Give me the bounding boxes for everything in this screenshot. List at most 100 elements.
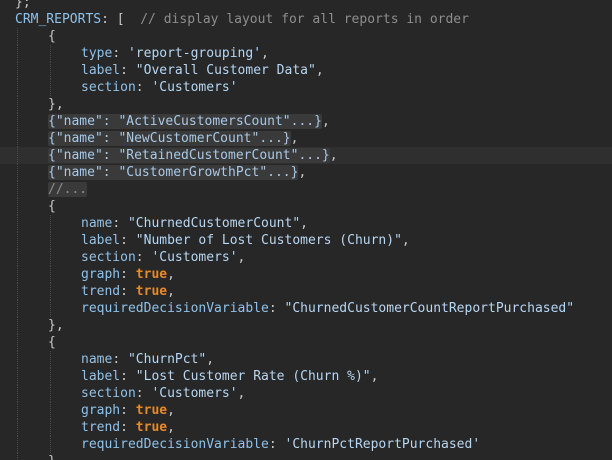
code-token: :	[120, 284, 136, 299]
indent-guide	[17, 249, 18, 266]
code-line[interactable]: section: 'Customers',	[0, 385, 612, 402]
code-token: :	[120, 233, 136, 248]
code-token: CRM_REPORTS	[15, 12, 102, 27]
code-line[interactable]: label: "Number of Lost Customers (Churn)…	[0, 232, 612, 249]
code-token: :	[120, 403, 136, 418]
code-token: section	[81, 250, 136, 265]
code-line[interactable]: {"name": "NewCustomerCount"...},	[0, 130, 612, 147]
indent-guide	[50, 62, 51, 79]
code-text: name: "ChurnPct",	[81, 351, 214, 368]
indent-guide	[17, 232, 18, 249]
code-line[interactable]: },	[0, 453, 612, 460]
code-line[interactable]: type: 'report-grouping',	[0, 45, 612, 62]
indent-guide	[50, 300, 51, 317]
code-token: ,	[237, 250, 246, 265]
code-token: 'ChurnPctReportPurchased'	[284, 437, 481, 452]
code-token: requiredDecisionVariable	[81, 437, 269, 452]
code-text: section: 'Customers'	[81, 79, 238, 96]
folded-code-block[interactable]: //...	[48, 182, 88, 197]
indent-guide	[17, 317, 18, 334]
indent-guide	[50, 249, 51, 266]
code-text: label: "Lost Customer Rate (Churn %)",	[81, 368, 378, 385]
code-token: 'report-grouping'	[127, 46, 262, 61]
code-text: //...	[48, 181, 88, 198]
code-line[interactable]: },	[0, 96, 612, 113]
code-token: },	[48, 318, 64, 333]
code-text: },	[48, 453, 64, 460]
code-token: {	[48, 199, 56, 214]
code-line[interactable]: label: "Lost Customer Rate (Churn %)",	[0, 368, 612, 385]
code-token: :	[112, 46, 128, 61]
code-token: name	[81, 352, 113, 367]
folded-code-block[interactable]: {"name": "ActiveCustomersCount"...}	[48, 114, 322, 129]
code-text: {	[48, 334, 56, 351]
code-token: 'Customers'	[151, 250, 238, 265]
indent-guide	[17, 147, 18, 164]
code-editor[interactable]: }; CRM_REPORTS: [ // display layout for a…	[0, 0, 612, 460]
code-token: :	[135, 250, 152, 265]
indent-guide	[17, 79, 18, 96]
code-text: type: 'report-grouping',	[81, 45, 269, 62]
code-line[interactable]: {	[0, 28, 612, 45]
code-line[interactable]: label: "Overall Customer Data",	[0, 62, 612, 79]
code-line[interactable]: name: "ChurnedCustomerCount",	[0, 215, 612, 232]
code-text: graph: true,	[81, 402, 175, 419]
code-token: ,	[300, 216, 308, 231]
indent-guide	[17, 283, 18, 300]
code-line[interactable]: section: 'Customers'	[0, 79, 612, 96]
indent-guide	[50, 351, 51, 368]
code-line[interactable]: section: 'Customers',	[0, 249, 612, 266]
code-token: ,	[401, 233, 410, 248]
code-line[interactable]: name: "ChurnPct",	[0, 351, 612, 368]
code-token: "ChurnedCustomerCountReportPurchased"	[284, 301, 575, 316]
code-line[interactable]: requiredDecisionVariable: 'ChurnPctRepor…	[0, 436, 612, 453]
code-token: ,	[315, 63, 324, 78]
indent-guide	[50, 368, 51, 385]
code-token: "Lost Customer Rate (Churn %)"	[135, 369, 371, 384]
code-token: :	[268, 437, 285, 452]
code-token: ,	[167, 284, 175, 299]
code-line[interactable]: CRM_REPORTS: [ // display layout for all…	[0, 11, 612, 28]
code-line[interactable]: };	[0, 0, 612, 11]
code-line[interactable]: {"name": "CustomerGrowthPct"...},	[0, 164, 612, 181]
indent-guide	[50, 402, 51, 419]
code-token: true	[135, 284, 168, 299]
indent-guide	[17, 419, 18, 436]
code-text: name: "ChurnedCustomerCount",	[81, 215, 308, 232]
code-text: CRM_REPORTS: [ // display layout for all…	[15, 11, 469, 28]
code-token: "Overall Customer Data"	[135, 63, 316, 78]
code-token: "Number of Lost Customers (Churn)"	[135, 233, 402, 248]
code-line[interactable]: //...	[0, 181, 612, 198]
code-token: ,	[261, 46, 269, 61]
code-line[interactable]: trend: true,	[0, 419, 612, 436]
code-line[interactable]: requiredDecisionVariable: "ChurnedCustom…	[0, 300, 612, 317]
folded-code-block[interactable]: {"name": "NewCustomerCount"...}	[48, 131, 291, 146]
indent-guide	[50, 266, 51, 283]
code-token: ,	[237, 386, 246, 401]
code-token: label	[81, 63, 121, 78]
code-text: };	[15, 0, 31, 11]
code-line[interactable]: {"name": "ActiveCustomersCount"...},	[0, 113, 612, 130]
indent-guide	[17, 402, 18, 419]
code-line[interactable]: {	[0, 334, 612, 351]
code-text: requiredDecisionVariable: 'ChurnPctRepor…	[81, 436, 480, 453]
indent-guide	[17, 45, 18, 62]
code-line[interactable]: },	[0, 317, 612, 334]
folded-code-block[interactable]: {"name": "RetainedCustomerCount"...}	[48, 148, 330, 163]
code-line[interactable]: {	[0, 198, 612, 215]
indent-guide	[50, 419, 51, 436]
code-line[interactable]: {"name": "RetainedCustomerCount"...},	[0, 147, 612, 164]
code-token: :	[268, 301, 285, 316]
code-text: },	[48, 317, 64, 334]
code-line[interactable]: graph: true,	[0, 266, 612, 283]
code-token: ,	[321, 114, 330, 129]
code-text: {"name": "RetainedCustomerCount"...},	[48, 147, 338, 164]
code-line[interactable]: graph: true,	[0, 402, 612, 419]
indent-guide	[17, 436, 18, 453]
indent-guide	[17, 368, 18, 385]
indent-guide	[17, 198, 18, 215]
indent-guide	[50, 385, 51, 402]
code-token: : [	[101, 12, 141, 27]
code-line[interactable]: trend: true,	[0, 283, 612, 300]
folded-code-block[interactable]: {"name": "CustomerGrowthPct"...}	[48, 165, 299, 180]
